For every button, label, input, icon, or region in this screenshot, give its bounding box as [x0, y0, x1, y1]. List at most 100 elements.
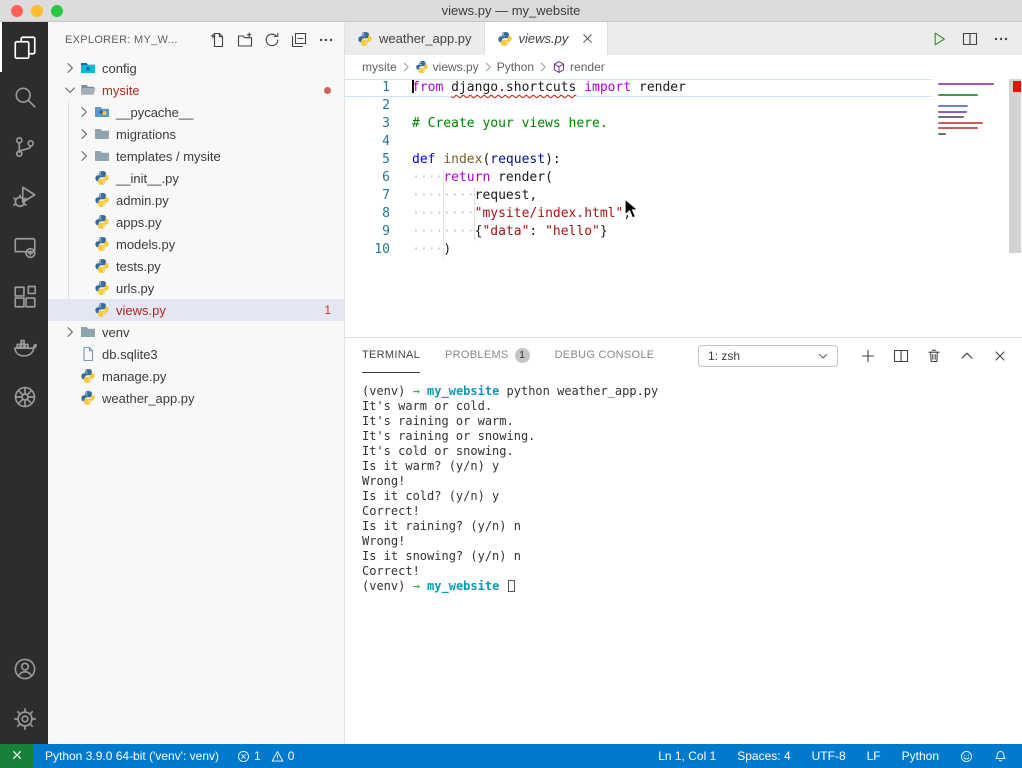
terminal-shell-select[interactable]: 1: zsh — [698, 344, 838, 367]
activity-source-control[interactable] — [0, 122, 48, 172]
kill-terminal-icon[interactable] — [926, 348, 942, 364]
breadcrumb-item-python[interactable]: Python — [497, 60, 534, 74]
activity-account[interactable] — [0, 644, 48, 694]
code-line-4[interactable]: 4 — [345, 133, 932, 151]
more-icon[interactable] — [993, 31, 1009, 47]
activity-remote-explorer[interactable] — [0, 222, 48, 272]
status-interpreter[interactable]: Python 3.9.0 64-bit ('venv': venv) — [45, 749, 219, 763]
status-problems[interactable]: 10 — [237, 749, 294, 763]
minimap[interactable] — [938, 83, 1006, 138]
explorer-actions — [210, 31, 334, 48]
tree-item-mysite[interactable]: mysite — [48, 79, 344, 101]
code-token: def — [412, 152, 436, 167]
folder-python-icon — [94, 104, 110, 120]
split-terminal-icon[interactable] — [893, 348, 909, 364]
close-icon[interactable] — [580, 31, 595, 46]
status-indentation[interactable]: Spaces: 4 — [737, 749, 790, 763]
code-line-2[interactable]: 2 — [345, 97, 932, 115]
chevron-right-icon[interactable] — [76, 148, 92, 164]
tree-item--init-py[interactable]: __init__.py — [48, 167, 344, 189]
code-line-7[interactable]: 7 ········request, — [345, 187, 932, 205]
status-notifications[interactable] — [994, 750, 1007, 763]
activity-docker[interactable] — [0, 322, 48, 372]
run-icon[interactable] — [931, 31, 947, 47]
tree-item-db-sqlite3[interactable]: db.sqlite3 — [48, 343, 344, 365]
panel-tab-terminal[interactable]: TERMINAL — [362, 338, 421, 373]
tree-item-urls-py[interactable]: urls.py — [48, 277, 344, 299]
status-feedback[interactable] — [960, 750, 973, 763]
terminal-line: Correct! — [362, 504, 1022, 519]
tree-item-models-py[interactable]: models.py — [48, 233, 344, 255]
tree-item-migrations[interactable]: migrations — [48, 123, 344, 145]
tab-weather-app-py[interactable]: weather_app.py — [345, 22, 485, 55]
code-line-1[interactable]: 1 from django.shortcuts import render — [345, 79, 932, 97]
status-eol[interactable]: LF — [867, 749, 881, 763]
overview-error-mark — [1013, 81, 1021, 92]
new-terminal-icon[interactable] — [860, 348, 876, 364]
panel-tab-problems[interactable]: PROBLEMS 1 — [445, 338, 530, 373]
new-folder-icon[interactable] — [237, 31, 253, 48]
chevron-right-icon[interactable] — [62, 60, 78, 76]
terminal-line: It's cold or snowing. — [362, 444, 1022, 459]
close-panel-icon[interactable] — [992, 348, 1008, 364]
tree-item-views-py[interactable]: views.py 1 — [48, 299, 344, 321]
activity-search[interactable] — [0, 72, 48, 122]
tree-item-admin-py[interactable]: admin.py — [48, 189, 344, 211]
status-encoding[interactable]: UTF-8 — [812, 749, 846, 763]
terminal-text: Is it warm? (y/n) y — [362, 459, 500, 473]
breadcrumb-item-views-py[interactable]: views.py — [415, 60, 479, 74]
minimize-window-button[interactable] — [31, 5, 43, 17]
split-editor-icon[interactable] — [962, 31, 978, 47]
remote-indicator[interactable] — [0, 744, 33, 768]
code-token: ···· — [412, 170, 444, 185]
breadcrumb-item-render[interactable]: render — [552, 60, 605, 74]
title-bar[interactable]: views.py — my_website — [0, 0, 1022, 22]
tree-item--pycache-[interactable]: __pycache__ — [48, 101, 344, 123]
code-line-8[interactable]: 8 ········"mysite/index.html", — [345, 205, 932, 223]
warning-icon — [271, 750, 284, 763]
close-window-button[interactable] — [11, 5, 23, 17]
tree-item-weather-app-py[interactable]: weather_app.py — [48, 387, 344, 409]
chevron-right-icon[interactable] — [76, 104, 92, 120]
tree-item-venv[interactable]: venv — [48, 321, 344, 343]
status-language[interactable]: Python — [902, 749, 939, 763]
code-editor[interactable]: 1 from django.shortcuts import render 2 3 # … — [345, 79, 1022, 337]
chevron-down-icon[interactable] — [62, 82, 78, 98]
tree-item-tests-py[interactable]: tests.py — [48, 255, 344, 277]
code-line-6[interactable]: 6 ····return render( — [345, 169, 932, 187]
activity-kubernetes[interactable] — [0, 372, 48, 422]
error-dot — [324, 86, 331, 94]
maximize-panel-icon[interactable] — [959, 348, 975, 364]
docker-icon — [13, 335, 37, 359]
collapse-all-icon[interactable] — [291, 32, 307, 48]
breadcrumb-item-mysite[interactable]: mysite — [362, 60, 397, 74]
code-line-3[interactable]: 3 # Create your views here. — [345, 115, 932, 133]
activity-explorer[interactable] — [0, 22, 48, 72]
code-line-5[interactable]: 5 def index(request): — [345, 151, 932, 169]
tab-views-py[interactable]: views.py — [484, 22, 609, 55]
terminal-output[interactable]: (venv) → my_website python weather_app.p… — [345, 373, 1022, 594]
tree-item-manage-py[interactable]: manage.py — [48, 365, 344, 387]
activity-settings[interactable] — [0, 694, 48, 744]
chevron-right-icon[interactable] — [62, 324, 78, 340]
status-cursor-position[interactable]: Ln 1, Col 1 — [658, 749, 716, 763]
zoom-window-button[interactable] — [51, 5, 63, 17]
terminal-text: Is it raining? (y/n) n — [362, 519, 521, 533]
refresh-icon[interactable] — [264, 32, 280, 48]
editor-scrollbar[interactable] — [1008, 79, 1022, 337]
code-line-10[interactable]: 10 ····) — [345, 241, 932, 259]
activity-run-debug[interactable] — [0, 172, 48, 222]
more-icon[interactable] — [318, 32, 334, 48]
new-file-icon[interactable] — [210, 32, 226, 48]
tree-item-config[interactable]: config — [48, 57, 344, 79]
tree-item-templates-mysite[interactable]: templates / mysite — [48, 145, 344, 167]
terminal-line: Is it snowing? (y/n) n — [362, 549, 1022, 564]
code-line-9[interactable]: 9 ········{"data": "hello"} — [345, 223, 932, 241]
tree-item-apps-py[interactable]: apps.py — [48, 211, 344, 233]
scrollbar-slider[interactable] — [1009, 79, 1021, 253]
panel-tab-debug-console[interactable]: DEBUG CONSOLE — [555, 338, 655, 373]
activity-extensions[interactable] — [0, 272, 48, 322]
chevron-right-icon[interactable] — [76, 126, 92, 142]
symbol-render-icon — [552, 60, 566, 74]
